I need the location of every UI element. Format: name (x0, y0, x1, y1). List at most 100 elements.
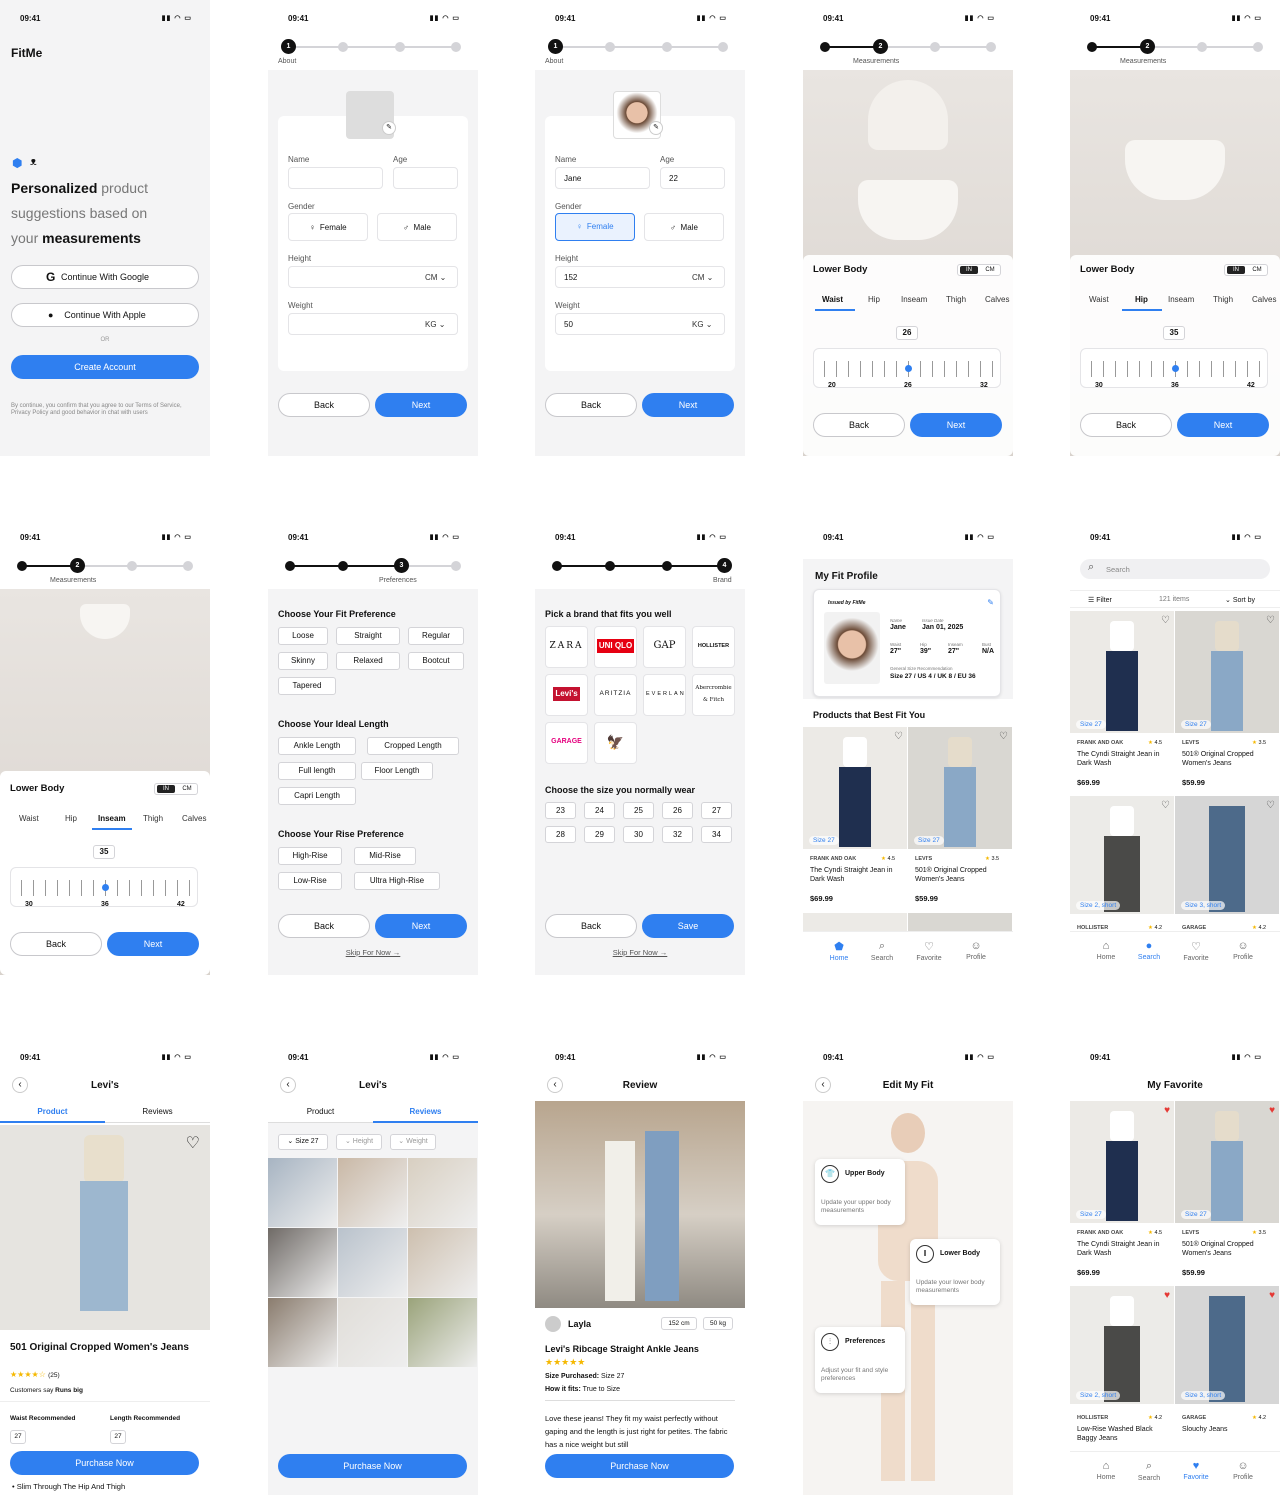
google-button[interactable]: G Continue With Google (11, 265, 199, 289)
female-option[interactable]: ♀ Female (288, 213, 368, 241)
filter-chip[interactable]: ⌄ Weight (390, 1134, 436, 1150)
brand-logo[interactable]: UNI QLO (594, 626, 637, 668)
height-unit-select[interactable]: CM ⌄ (425, 273, 446, 282)
length-option[interactable]: Ankle Length (278, 737, 356, 755)
review-photo-thumb[interactable] (338, 1158, 407, 1227)
size-option[interactable]: 25 (623, 802, 654, 819)
nav-search[interactable]: ⌕ Search (1129, 1460, 1169, 1482)
nav-favorite[interactable]: ♡ Favorite (1176, 940, 1216, 962)
filter-button[interactable]: ☰ Filter (1088, 596, 1112, 604)
size-option[interactable]: 32 (662, 826, 693, 843)
brand-logo[interactable]: ARITZIA (594, 674, 637, 716)
next-button[interactable]: Next (375, 914, 467, 938)
length-option[interactable]: Floor Length (361, 762, 433, 780)
waist-ruler[interactable]: 20 26 32 (813, 348, 1001, 389)
back-button[interactable]: Back (545, 393, 637, 417)
back-button[interactable]: Back (545, 914, 637, 938)
next-button[interactable]: Next (107, 932, 199, 956)
nav-search[interactable]: ● Search (1129, 940, 1169, 961)
back-button[interactable]: Back (10, 932, 102, 956)
unit-toggle[interactable]: IN CM (1224, 264, 1268, 276)
nav-profile[interactable]: ☺ Profile (956, 940, 996, 961)
apple-button[interactable]: ● Continue With Apple (11, 303, 199, 327)
create-account-button[interactable]: Create Account (11, 355, 199, 379)
weight-unit-select[interactable]: KG ⌄ (425, 320, 446, 329)
review-photo-thumb[interactable] (268, 1158, 337, 1227)
fit-option[interactable]: Tapered (278, 677, 336, 695)
heart-filled-icon[interactable]: ♥ (1164, 1290, 1170, 1301)
rise-option[interactable]: Ultra High-Rise (354, 872, 440, 890)
tab-product[interactable]: Product (268, 1103, 373, 1123)
heart-icon[interactable]: ♡ (1161, 615, 1170, 626)
nav-favorite[interactable]: ♥ Favorite (1176, 1460, 1216, 1481)
review-photo-thumb[interactable] (408, 1228, 477, 1297)
sort-button[interactable]: ⌄ Sort by (1225, 596, 1255, 604)
brand-logo[interactable]: Abercrombie & Fitch (692, 674, 735, 716)
nav-home[interactable]: ⬟ Home (819, 940, 859, 962)
ruler-handle[interactable] (102, 884, 109, 891)
nav-profile[interactable]: ☺ Profile (1223, 1460, 1263, 1481)
review-photo-thumb[interactable] (408, 1298, 477, 1367)
fit-option[interactable]: Loose (278, 627, 328, 645)
heart-filled-icon[interactable]: ♥ (1164, 1105, 1170, 1116)
length-option[interactable]: Full length (278, 762, 356, 780)
product-image[interactable]: ♡ Size 27 (803, 727, 907, 849)
review-photo-thumb[interactable] (408, 1158, 477, 1227)
fit-option[interactable]: Skinny (278, 652, 328, 670)
heart-filled-icon[interactable]: ♥ (1269, 1290, 1275, 1301)
brand-logo[interactable]: GAP (643, 626, 686, 668)
size-option[interactable]: 28 (545, 826, 576, 843)
size-option[interactable]: 27 (701, 802, 732, 819)
tab-reviews[interactable]: Reviews (373, 1103, 478, 1123)
brand-logo[interactable]: EVERLANE (643, 674, 686, 716)
brand-logo[interactable]: Levi's (545, 674, 588, 716)
product-image[interactable]: ♡ Size 27 (908, 727, 1012, 849)
brand-logo[interactable]: HOLLISTER (692, 626, 735, 668)
size-option[interactable]: 26 (662, 802, 693, 819)
heart-icon[interactable]: ♡ (999, 731, 1008, 742)
brand-logo[interactable]: 🦅 (594, 722, 637, 764)
heart-icon[interactable]: ♡ (1266, 800, 1275, 811)
ruler-handle[interactable] (1172, 365, 1179, 372)
edit-icon[interactable]: ✎ (987, 598, 994, 607)
heart-icon[interactable]: ♡ (1266, 615, 1275, 626)
tab-reviews[interactable]: Reviews (105, 1103, 210, 1123)
lower-body-card[interactable]: ‖ Lower Body Update your lower body meas… (910, 1239, 1000, 1305)
length-option[interactable]: Capri Length (278, 787, 356, 805)
next-button[interactable]: Next (642, 393, 734, 417)
save-button[interactable]: Save (642, 914, 734, 938)
nav-home[interactable]: ⌂ Home (1086, 1460, 1126, 1481)
tab-product[interactable]: Product (0, 1103, 105, 1123)
pencil-icon[interactable]: ✎ (382, 121, 396, 135)
skip-link[interactable]: Skip For Now → (268, 948, 478, 957)
brand-logo[interactable]: ZARA (545, 626, 588, 668)
unit-toggle[interactable]: IN CM (957, 264, 1001, 276)
back-button[interactable]: Back (278, 914, 370, 938)
size-option[interactable]: 34 (701, 826, 732, 843)
female-option-selected[interactable]: ♀ Female (555, 213, 635, 241)
fit-option[interactable]: Bootcut (408, 652, 464, 670)
preferences-card[interactable]: ⫶ Preferences Adjust your fit and style … (815, 1327, 905, 1393)
inseam-ruler[interactable]: 30 36 42 (10, 867, 198, 908)
upper-body-card[interactable]: 👕 Upper Body Update your upper body meas… (815, 1159, 905, 1225)
length-option[interactable]: Cropped Length (367, 737, 459, 755)
brand-logo[interactable]: GARAGE (545, 722, 588, 764)
male-option[interactable]: ♂ Male (644, 213, 724, 241)
nav-favorite[interactable]: ♡ Favorite (909, 940, 949, 962)
ruler-handle[interactable] (905, 365, 912, 372)
back-button[interactable]: Back (278, 393, 370, 417)
purchase-button[interactable]: Purchase Now (278, 1454, 467, 1478)
nav-profile[interactable]: ☺ Profile (1223, 940, 1263, 961)
name-input[interactable] (288, 167, 383, 189)
next-button[interactable]: Next (375, 393, 467, 417)
search-input[interactable]: Search (1080, 559, 1270, 579)
purchase-button[interactable]: Purchase Now (545, 1454, 734, 1478)
nav-search[interactable]: ⌕ Search (862, 940, 902, 962)
rise-option[interactable]: Low-Rise (278, 872, 342, 890)
unit-toggle[interactable]: IN CM (154, 783, 198, 795)
next-button[interactable]: Next (910, 413, 1002, 437)
pencil-icon[interactable]: ✎ (649, 121, 663, 135)
heart-icon[interactable]: ♡ (894, 731, 903, 742)
review-photo-thumb[interactable] (338, 1228, 407, 1297)
male-option[interactable]: ♂ Male (377, 213, 457, 241)
